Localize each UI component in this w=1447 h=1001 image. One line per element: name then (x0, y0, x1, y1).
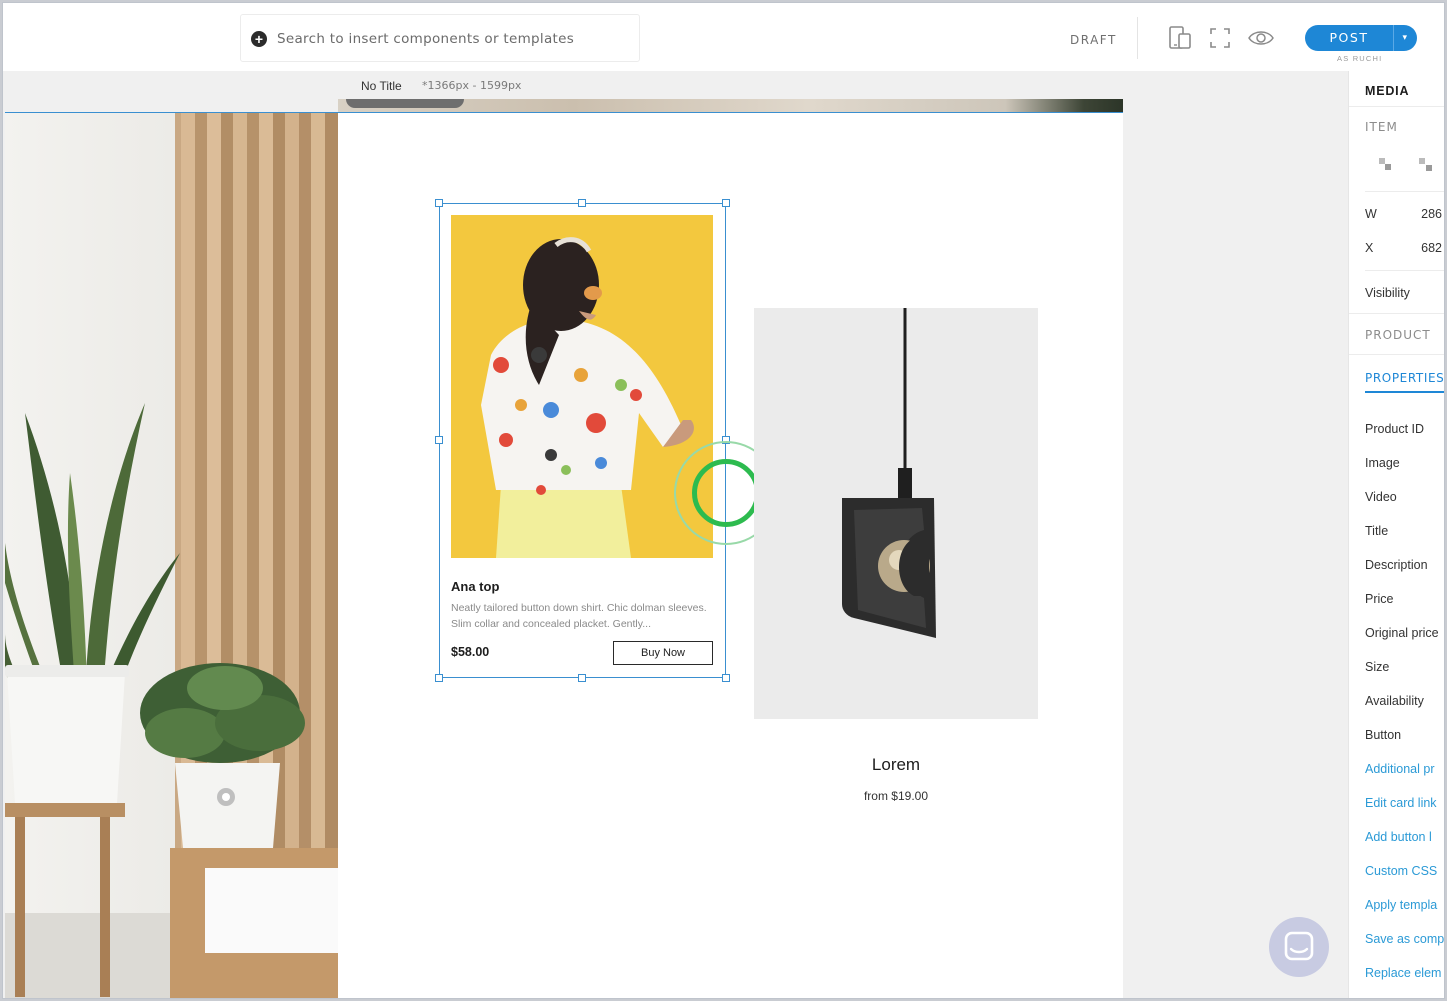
plants-illustration (5, 113, 338, 998)
draft-status: DRAFT (1070, 33, 1117, 47)
add-button-link[interactable]: Add button l (1365, 830, 1432, 844)
top-toolbar: + DRAFT POST ▾ AS RUCHI (3, 3, 1444, 71)
panel-divider (1349, 354, 1444, 355)
search-box[interactable]: + (240, 14, 640, 62)
panel-title: MEDIA (1365, 84, 1410, 98)
panel-header: MEDIA (1349, 71, 1444, 107)
drag-cursor-indicator (692, 459, 760, 527)
product-section-label: PRODUCT (1365, 328, 1431, 342)
search-input[interactable] (277, 27, 627, 51)
post-button[interactable]: POST ▾ (1305, 25, 1417, 51)
post-dropdown-chevron-icon[interactable]: ▾ (1393, 25, 1417, 51)
edit-card-link[interactable]: Edit card link (1365, 796, 1437, 810)
property-button[interactable]: Button (1365, 728, 1401, 742)
replace-element-link[interactable]: Replace elem (1365, 966, 1441, 980)
page-title: No Title (361, 79, 402, 93)
resize-handle-bottom[interactable] (578, 674, 586, 682)
device-preview-icon[interactable] (1167, 25, 1193, 51)
x-label: X (1365, 241, 1374, 255)
buy-now-button[interactable]: Buy Now (613, 641, 713, 665)
plants-background-image[interactable] (5, 113, 338, 998)
product-description: Neatly tailored button down shirt. Chic … (451, 602, 707, 630)
x-value-input[interactable]: 682 (1421, 241, 1442, 255)
apply-template-link[interactable]: Apply templa (1365, 898, 1437, 912)
width-value-input[interactable]: 286 (1421, 207, 1442, 221)
additional-properties-link[interactable]: Additional pr (1365, 762, 1435, 776)
product-title: Lorem (871, 755, 921, 774)
resize-handle-bottom-left[interactable] (435, 674, 443, 682)
panel-divider (1365, 191, 1444, 192)
resize-handle-top[interactable] (578, 199, 586, 207)
properties-panel: MEDIA ITEM W 286 X 682 Visibility PRODUC… (1348, 71, 1444, 998)
panel-divider (1365, 270, 1444, 271)
property-description[interactable]: Description (1365, 558, 1428, 572)
section-handle[interactable] (346, 99, 464, 108)
custom-css-link[interactable]: Custom CSS (1365, 864, 1437, 878)
resize-handle-bottom-right[interactable] (722, 674, 730, 682)
visibility-row[interactable]: Visibility (1365, 286, 1410, 300)
fullscreen-icon[interactable] (1207, 25, 1233, 51)
distribute-icon[interactable] (1417, 156, 1435, 174)
post-button-label: POST (1329, 30, 1369, 45)
app-window: + DRAFT POST ▾ AS RUCHI No Title *1366px… (2, 2, 1445, 999)
align-icon[interactable] (1377, 156, 1395, 174)
tab-properties[interactable]: PROPERTIES (1365, 371, 1444, 385)
product-image-lamp[interactable] (754, 308, 1038, 719)
post-as-user: AS RUCHI (1337, 54, 1383, 63)
product-price: $58.00 (451, 645, 490, 659)
product-image-ana-top[interactable] (451, 215, 713, 558)
property-original-price[interactable]: Original price (1365, 626, 1439, 640)
preview-eye-icon[interactable] (1247, 25, 1275, 51)
resize-handle-top-left[interactable] (435, 199, 443, 207)
property-availability[interactable]: Availability (1365, 694, 1424, 708)
product-title: Ana top (451, 579, 500, 594)
previous-section-image (338, 99, 1123, 113)
property-image[interactable]: Image (1365, 456, 1400, 470)
save-as-component-link[interactable]: Save as comp (1365, 932, 1444, 946)
active-tab-indicator (1365, 391, 1444, 393)
resize-handle-top-right[interactable] (722, 199, 730, 207)
property-title[interactable]: Title (1365, 524, 1388, 538)
panel-divider (1349, 313, 1444, 314)
chat-support-button[interactable] (1269, 917, 1329, 977)
toolbar-divider (1137, 17, 1138, 59)
add-circle-icon[interactable]: + (251, 31, 267, 47)
property-video[interactable]: Video (1365, 490, 1397, 504)
resize-handle-left[interactable] (435, 436, 443, 444)
woman-floral-shirt-illustration (451, 215, 713, 558)
item-section-label: ITEM (1365, 120, 1398, 134)
property-size[interactable]: Size (1365, 660, 1389, 674)
width-label: W (1365, 207, 1377, 221)
pendant-lamp-illustration (754, 308, 1038, 719)
property-product-id[interactable]: Product ID (1365, 422, 1424, 436)
product-price: from $19.00 (863, 789, 929, 803)
section-boundary-line (5, 112, 1123, 113)
canvas-info-bar: No Title *1366px - 1599px (3, 71, 1348, 99)
property-price[interactable]: Price (1365, 592, 1393, 606)
page-size: *1366px - 1599px (422, 79, 522, 92)
chat-icon (1284, 931, 1314, 961)
